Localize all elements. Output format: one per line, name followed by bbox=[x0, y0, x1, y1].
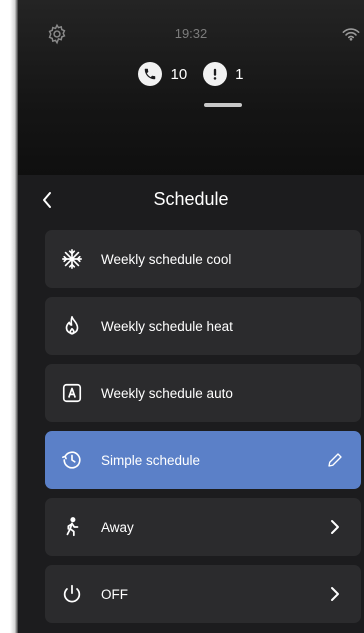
device-bezel bbox=[10, 0, 18, 633]
menu-item-weekly-heat[interactable]: Weekly schedule heat bbox=[45, 297, 361, 355]
calls-count: 10 bbox=[170, 65, 188, 83]
pencil-icon[interactable] bbox=[325, 450, 345, 470]
auto-a-icon bbox=[59, 380, 85, 406]
menu-item-label: Weekly schedule auto bbox=[101, 385, 233, 401]
clock-history-icon bbox=[59, 447, 85, 473]
menu-item-label: OFF bbox=[101, 586, 128, 602]
clock-time: 19:32 bbox=[174, 26, 208, 41]
menu-item-weekly-cool[interactable]: Weekly schedule cool bbox=[45, 230, 361, 288]
snowflake-icon bbox=[59, 246, 85, 272]
phone-icon bbox=[138, 62, 163, 86]
walking-person-icon bbox=[59, 514, 85, 540]
menu-item-weekly-auto[interactable]: Weekly schedule auto bbox=[45, 364, 361, 422]
alert-icon bbox=[203, 62, 228, 86]
menu-item-simple-schedule[interactable]: Simple schedule bbox=[45, 431, 361, 489]
alerts-count: 1 bbox=[235, 65, 244, 83]
schedule-panel: Schedule Weekly schedule cool Weekly sch… bbox=[18, 176, 364, 633]
device-screen: 19:32 10 1 Schedule Weekly schedule cool… bbox=[18, 0, 364, 633]
page-title: Schedule bbox=[153, 189, 229, 209]
wifi-icon bbox=[342, 28, 360, 41]
power-icon bbox=[59, 581, 85, 607]
notification-area: 19:32 10 1 bbox=[18, 0, 364, 175]
flame-icon bbox=[59, 313, 85, 339]
menu-item-label: Simple schedule bbox=[101, 452, 201, 468]
menu-item-label: Weekly schedule cool bbox=[101, 251, 232, 267]
notification-summary[interactable]: 10 1 bbox=[18, 62, 364, 86]
menu-item-label: Away bbox=[101, 519, 134, 535]
menu-item-off[interactable]: OFF bbox=[45, 565, 361, 623]
chevron-right-icon bbox=[325, 584, 345, 604]
menu-item-away[interactable]: Away bbox=[45, 498, 361, 556]
menu-item-label: Weekly schedule heat bbox=[101, 318, 233, 334]
pull-handle[interactable] bbox=[204, 103, 242, 107]
screen-header: Schedule bbox=[18, 176, 364, 224]
chevron-right-icon bbox=[325, 517, 345, 537]
